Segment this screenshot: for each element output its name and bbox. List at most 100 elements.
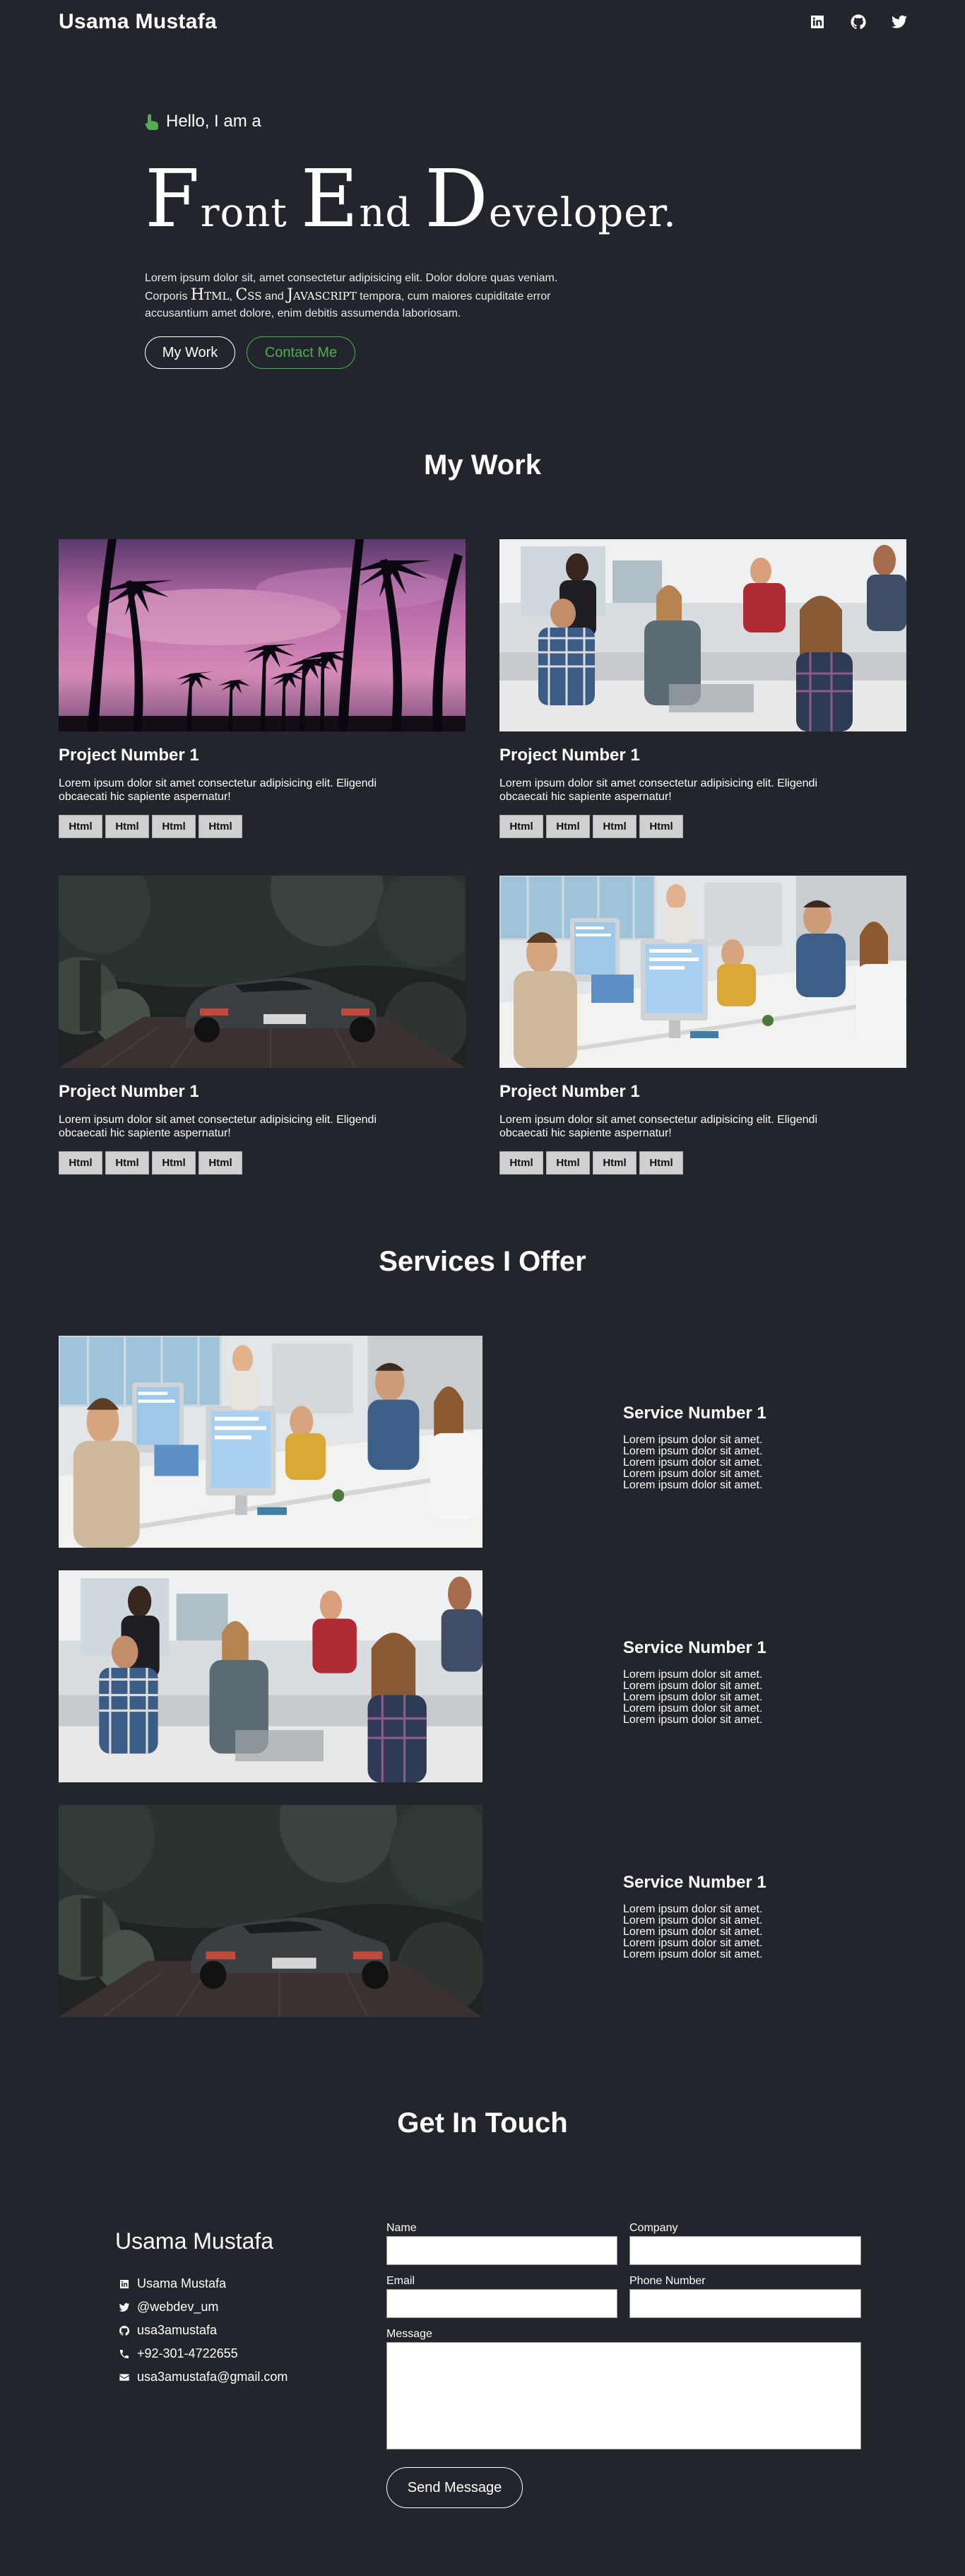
tag: Html bbox=[593, 815, 637, 838]
project-card[interactable]: Project Number 1 Lorem ipsum dolor sit a… bbox=[59, 539, 466, 838]
twitter-icon[interactable] bbox=[890, 13, 908, 31]
tag: Html bbox=[152, 815, 196, 838]
tag: Html bbox=[152, 1151, 196, 1175]
my-work-button[interactable]: My Work bbox=[145, 336, 235, 369]
hero-description: Lorem ipsum dolor sit, amet consectetur … bbox=[145, 270, 597, 322]
tag: Html bbox=[546, 1151, 590, 1175]
send-message-button[interactable]: Send Message bbox=[386, 2467, 523, 2508]
name-field[interactable] bbox=[386, 2236, 617, 2265]
contact-name: Usama Mustafa bbox=[115, 2228, 274, 2254]
contact-item-text: Usama Mustafa bbox=[137, 2276, 227, 2290]
service-item: Service Number 1 Lorem ipsum dolor sit a… bbox=[623, 1404, 807, 1491]
message-label: Message bbox=[386, 2328, 432, 2340]
headline: Front End Developer. bbox=[145, 160, 676, 239]
project-title: Project Number 1 bbox=[59, 746, 199, 765]
phone-icon bbox=[119, 2348, 130, 2360]
project-image[interactable] bbox=[59, 539, 466, 731]
contact-item-email[interactable]: usa3amustafa@gmail.com bbox=[119, 2365, 288, 2389]
project-tags: Html Html Html Html bbox=[499, 1151, 906, 1175]
brand-name[interactable]: Usama Mustafa bbox=[59, 10, 217, 34]
hero-sep: , bbox=[229, 290, 232, 302]
project-description: Lorem ipsum dolor sit amet consectetur a… bbox=[59, 1114, 377, 1139]
tag: Html bbox=[639, 815, 683, 838]
service-description: Lorem ipsum dolor sit amet. Lorem ipsum … bbox=[623, 1434, 763, 1491]
email-field[interactable] bbox=[386, 2289, 617, 2318]
hero-buttons: My Work Contact Me bbox=[145, 336, 597, 369]
linkedin-icon[interactable] bbox=[808, 13, 827, 31]
headline-word-2: nd bbox=[359, 190, 425, 236]
tag: Html bbox=[199, 1151, 242, 1175]
service-item: Service Number 1 Lorem ipsum dolor sit a… bbox=[623, 1638, 807, 1726]
contact-title: Get In Touch bbox=[397, 2107, 568, 2139]
contact-item-text: @webdev_um bbox=[137, 2300, 219, 2314]
email-label: Email bbox=[386, 2275, 415, 2287]
phone-label: Phone Number bbox=[629, 2275, 706, 2287]
hero-text-2: and bbox=[264, 290, 284, 302]
tech-javascript: Javascript bbox=[287, 286, 357, 304]
headline-initial-1: F bbox=[145, 153, 201, 245]
tag: Html bbox=[499, 815, 543, 838]
service-description: Lorem ipsum dolor sit amet. Lorem ipsum … bbox=[623, 1903, 763, 1960]
github-icon bbox=[119, 2325, 130, 2336]
hero-section: Hello, I am a Front End Developer. Lorem… bbox=[145, 112, 676, 369]
tag: Html bbox=[105, 1151, 149, 1175]
project-title: Project Number 1 bbox=[59, 1082, 199, 1101]
service-item: Service Number 1 Lorem ipsum dolor sit a… bbox=[623, 1873, 807, 1960]
contact-me-button[interactable]: Contact Me bbox=[247, 336, 355, 369]
contact-item-text: +92-301-4722655 bbox=[137, 2346, 238, 2360]
project-card[interactable]: Project Number 1 Lorem ipsum dolor sit a… bbox=[499, 876, 906, 1175]
my-work-title: My Work bbox=[424, 449, 541, 481]
message-field[interactable] bbox=[386, 2342, 861, 2449]
greeting-text: Hello, I am a bbox=[166, 112, 261, 131]
project-description: Lorem ipsum dolor sit amet consectetur a… bbox=[59, 777, 377, 803]
service-description: Lorem ipsum dolor sit amet. Lorem ipsum … bbox=[623, 1669, 763, 1726]
contact-item-text: usa3amustafa@gmail.com bbox=[137, 2370, 288, 2384]
project-title: Project Number 1 bbox=[499, 1082, 640, 1101]
service-title: Service Number 1 bbox=[623, 1638, 766, 1657]
project-tags: Html Html Html Html bbox=[59, 815, 466, 838]
project-title: Project Number 1 bbox=[499, 746, 640, 765]
service-image bbox=[59, 1805, 482, 2017]
github-icon[interactable] bbox=[849, 13, 868, 31]
headline-initial-2: E bbox=[300, 153, 360, 245]
headline-word-1: ront bbox=[200, 190, 301, 236]
company-label: Company bbox=[629, 2222, 678, 2234]
service-image bbox=[59, 1570, 482, 1782]
contact-item-twitter[interactable]: @webdev_um bbox=[119, 2295, 288, 2319]
project-card[interactable]: Project Number 1 Lorem ipsum dolor sit a… bbox=[59, 876, 466, 1175]
name-label: Name bbox=[386, 2222, 417, 2234]
project-card[interactable]: Project Number 1 Lorem ipsum dolor sit a… bbox=[499, 539, 906, 838]
linkedin-icon bbox=[119, 2278, 130, 2290]
social-links bbox=[808, 13, 908, 31]
service-image bbox=[59, 1336, 482, 1548]
project-image[interactable] bbox=[499, 876, 906, 1068]
project-image[interactable] bbox=[59, 876, 466, 1068]
contact-item-text: usa3amustafa bbox=[137, 2323, 218, 2337]
service-title: Service Number 1 bbox=[623, 1404, 766, 1423]
tech-html: Html bbox=[190, 286, 230, 304]
tech-css: Css bbox=[235, 286, 262, 304]
project-tags: Html Html Html Html bbox=[499, 815, 906, 838]
project-image[interactable] bbox=[499, 539, 906, 731]
contact-item-linkedin[interactable]: Usama Mustafa bbox=[119, 2272, 288, 2295]
contact-info-list: Usama Mustafa @webdev_um usa3amustafa +9… bbox=[119, 2272, 288, 2389]
headline-word-3: eveloper. bbox=[488, 190, 677, 236]
project-tags: Html Html Html Html bbox=[59, 1151, 466, 1175]
phone-field[interactable] bbox=[629, 2289, 861, 2318]
project-description: Lorem ipsum dolor sit amet consectetur a… bbox=[499, 777, 817, 803]
services-title: Services I Offer bbox=[379, 1246, 586, 1277]
tag: Html bbox=[639, 1151, 683, 1175]
tag: Html bbox=[105, 815, 149, 838]
tag: Html bbox=[59, 815, 102, 838]
project-description: Lorem ipsum dolor sit amet consectetur a… bbox=[499, 1114, 817, 1139]
contact-item-github[interactable]: usa3amustafa bbox=[119, 2319, 288, 2342]
top-nav: Usama Mustafa bbox=[0, 0, 965, 47]
tag: Html bbox=[199, 815, 242, 838]
tag: Html bbox=[546, 815, 590, 838]
company-field[interactable] bbox=[629, 2236, 861, 2265]
tag: Html bbox=[499, 1151, 543, 1175]
twitter-icon bbox=[119, 2302, 130, 2313]
envelope-icon bbox=[119, 2372, 130, 2383]
service-title: Service Number 1 bbox=[623, 1873, 766, 1892]
contact-item-phone[interactable]: +92-301-4722655 bbox=[119, 2342, 288, 2365]
